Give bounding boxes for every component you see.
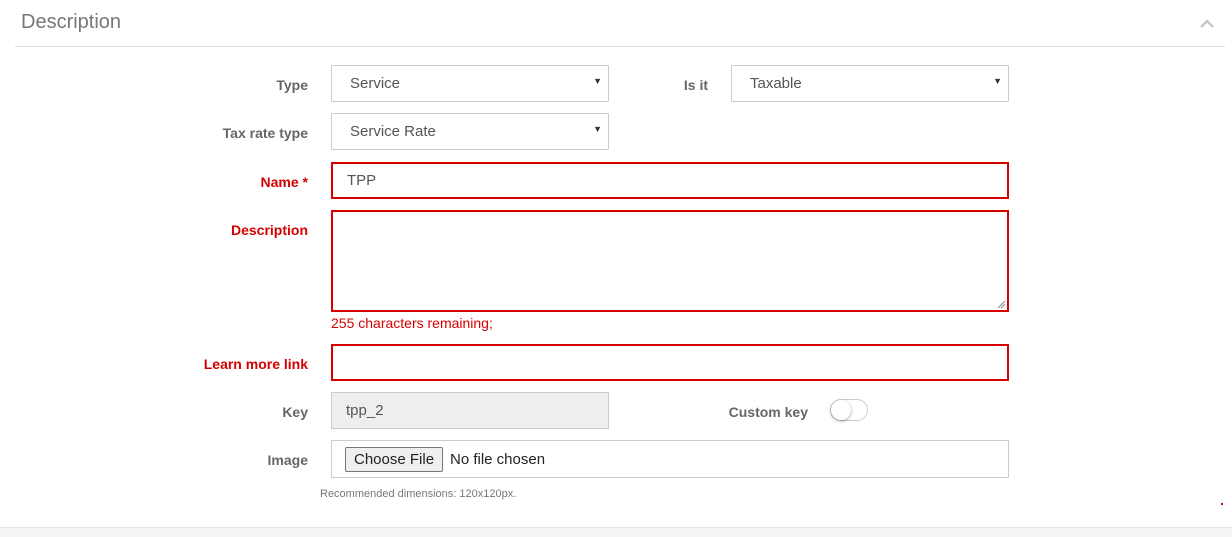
key-input[interactable]: tpp_2 [331, 392, 609, 429]
name-input[interactable]: TPP [331, 162, 1009, 199]
is-it-select[interactable]: Taxable ▼ [731, 65, 1009, 102]
key-label: Key [282, 404, 308, 420]
panel-footer [0, 527, 1232, 537]
is-it-label: Is it [683, 77, 708, 93]
image-dimensions-hint: Recommended dimensions: 120x120px. [320, 488, 517, 500]
resize-grip-icon[interactable] [996, 299, 1006, 309]
caret-down-icon: ▼ [593, 76, 602, 86]
chevron-up-icon[interactable] [1199, 16, 1215, 32]
type-label: Type [276, 77, 308, 93]
tax-rate-type-select-value: Service Rate [350, 123, 436, 140]
image-file-input: Choose File No file chosen [331, 440, 1009, 478]
key-input-value: tpp_2 [346, 402, 384, 419]
tax-rate-type-select[interactable]: Service Rate ▼ [331, 113, 609, 150]
type-select[interactable]: Service ▼ [331, 65, 609, 102]
toggle-knob [831, 400, 851, 420]
custom-key-toggle[interactable] [830, 399, 868, 421]
description-textarea[interactable] [331, 210, 1009, 312]
name-input-value: TPP [347, 172, 377, 189]
name-label: Name * [260, 174, 308, 190]
learn-more-link-input[interactable] [331, 344, 1009, 381]
panel-header: Description [15, 0, 1225, 47]
characters-remaining: 255 characters remaining; [331, 315, 493, 331]
choose-file-button[interactable]: Choose File [345, 447, 444, 472]
description-label: Description [230, 222, 308, 238]
file-status: No file chosen [450, 451, 546, 468]
caret-down-icon: ▼ [593, 124, 602, 134]
type-select-value: Service [350, 75, 401, 92]
caret-down-icon: ▼ [993, 76, 1002, 86]
marker-dot [1221, 503, 1223, 505]
tax-rate-type-label: Tax rate type [222, 125, 308, 141]
learn-more-link-label: Learn more link [203, 356, 308, 372]
image-label: Image [267, 452, 308, 468]
panel-title: Description [21, 11, 122, 33]
is-it-select-value: Taxable [750, 75, 802, 92]
custom-key-label: Custom key [728, 404, 808, 420]
